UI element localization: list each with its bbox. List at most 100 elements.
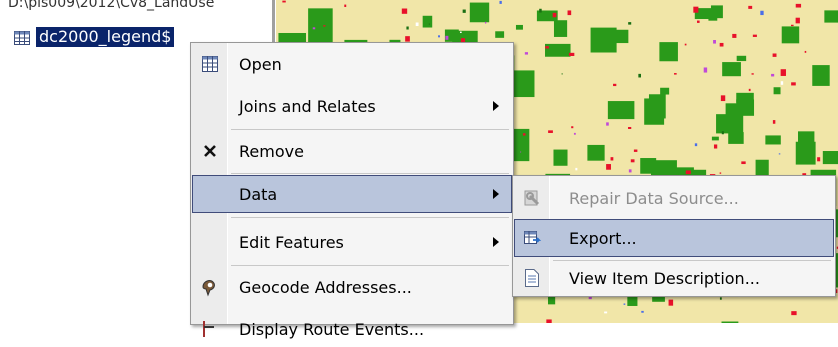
map-pixel-cluster: [713, 40, 716, 44]
map-pixel-cluster: [795, 3, 802, 8]
map-pixel-cluster: [438, 35, 440, 38]
menu-item-edit-features[interactable]: Edit Features: [193, 224, 511, 260]
map-pixel-cluster: [741, 161, 746, 165]
map-pixel-cluster: [633, 149, 638, 152]
map-pixel-cluster: [522, 133, 526, 136]
menu-item-label: Export...: [569, 228, 637, 248]
export-table-icon: [521, 228, 543, 248]
map-pixel-cluster: [444, 29, 459, 42]
map-pixel-cluster: [406, 26, 409, 30]
map-pixel-cluster: [312, 27, 316, 30]
menu-item-geocode-addresses[interactable]: Geocode Addresses...: [193, 269, 511, 305]
submenu-arrow-icon: [493, 189, 499, 199]
map-pixel-cluster: [795, 17, 800, 24]
layer-name[interactable]: dc2000_legend$: [34, 26, 176, 48]
map-pixel-cluster: [547, 295, 556, 305]
map-pixel-cluster: [415, 22, 419, 27]
map-pixel-cluster: [405, 36, 410, 42]
map-pixel-cluster: [780, 81, 784, 85]
menu-separator: [231, 217, 509, 218]
submenu-arrow-icon: [493, 101, 499, 111]
map-pixel-cluster: [539, 8, 542, 13]
menu-item-open[interactable]: Open: [193, 46, 511, 82]
layer-context-menu: Open Joins and Relates Remove Data Edit …: [190, 42, 514, 339]
map-pixel-cluster: [736, 92, 754, 103]
map-pixel-cluster: [640, 158, 657, 174]
map-pixel-cluster: [660, 87, 670, 95]
map-pixel-cluster: [736, 55, 747, 62]
map-pixel-cluster: [765, 135, 781, 145]
map-pixel-cluster: [606, 164, 611, 170]
map-pixel-cluster: [610, 157, 614, 161]
menu-item-display-route-events[interactable]: Display Route Events...: [193, 311, 511, 347]
menu-item-label: Open: [239, 54, 282, 74]
map-pixel-cluster: [748, 5, 753, 9]
menu-item-label: Joins and Relates: [239, 96, 376, 116]
map-pixel-cluster: [604, 311, 608, 314]
map-pixel-cluster: [344, 4, 347, 7]
map-pixel-cluster: [674, 73, 677, 75]
map-pixel-cluster: [812, 65, 830, 86]
map-pixel-cluster: [568, 52, 575, 56]
map-pixel-cluster: [469, 2, 490, 23]
menu-item-label: Repair Data Source...: [569, 188, 739, 208]
menu-item-label: Data: [239, 184, 278, 204]
map-pixel-cluster: [462, 9, 466, 13]
map-pixel-cluster: [716, 114, 744, 134]
layer-row[interactable]: dc2000_legend$: [14, 26, 176, 48]
table-icon: [199, 54, 221, 74]
map-pixel-cluster: [606, 122, 609, 126]
map-pixel-cluster: [684, 43, 687, 46]
map-pixel-cluster: [697, 20, 700, 23]
map-pixel-cluster: [648, 94, 666, 119]
map-pixel-cluster: [659, 42, 678, 62]
map-pixel-cluster: [752, 34, 757, 37]
map-pixel-cluster: [546, 319, 552, 323]
map-pixel-cluster: [694, 143, 698, 147]
map-pixel-cluster: [791, 311, 797, 316]
map-pixel-cluster: [732, 33, 737, 38]
map-pixel-cluster: [804, 50, 807, 53]
menu-item-export[interactable]: Export...: [514, 219, 834, 257]
map-pixel-cluster: [401, 8, 408, 14]
map-pixel-cluster: [720, 95, 726, 102]
map-pixel-cluster: [773, 87, 781, 95]
map-pixel-cluster: [693, 6, 699, 13]
map-pixel-cluster: [567, 10, 572, 16]
map-pixel-cluster: [668, 299, 674, 306]
map-pixel-cluster: [824, 10, 838, 23]
menu-item-label: Display Route Events...: [239, 319, 425, 339]
data-submenu: Repair Data Source... Export... View Ite…: [512, 175, 836, 297]
map-pixel-cluster: [790, 24, 794, 27]
menu-separator: [231, 129, 509, 130]
map-pixel-cluster: [545, 43, 571, 57]
map-pixel-cluster: [623, 303, 626, 305]
menu-item-data[interactable]: Data: [192, 175, 512, 213]
map-pixel-cluster: [781, 26, 800, 44]
map-pixel-cluster: [719, 42, 724, 47]
map-pixel-cluster: [760, 10, 764, 16]
menu-item-joins-and-relates[interactable]: Joins and Relates: [193, 88, 511, 124]
map-pixel-cluster: [573, 132, 576, 135]
map-pixel-cluster: [791, 82, 796, 86]
workspace-path: D:\pls009\2012\Cv8_LandUse: [8, 0, 215, 11]
map-pixel-cluster: [445, 35, 449, 40]
menu-item-repair-data-source[interactable]: Repair Data Source...: [515, 180, 833, 216]
map-pixel-cluster: [728, 132, 744, 144]
map-pixel-cluster: [282, 0, 286, 3]
document-icon: [521, 268, 543, 288]
menu-separator: [231, 173, 509, 174]
menu-item-view-item-description[interactable]: View Item Description...: [515, 260, 833, 296]
geocode-icon: [199, 277, 221, 297]
map-pixel-cluster: [638, 73, 642, 78]
map-pixel-cluster: [519, 151, 522, 153]
map-pixel-cluster: [524, 52, 529, 55]
map-pixel-cluster: [771, 73, 775, 77]
map-pixel-cluster: [795, 141, 816, 165]
map-pixel-cluster: [499, 0, 502, 4]
map-pixel-cluster: [553, 20, 568, 37]
map-pixel-cluster: [751, 73, 754, 75]
map-pixel-cluster: [719, 172, 722, 174]
menu-item-remove[interactable]: Remove: [193, 133, 511, 169]
map-pixel-cluster: [713, 144, 718, 149]
